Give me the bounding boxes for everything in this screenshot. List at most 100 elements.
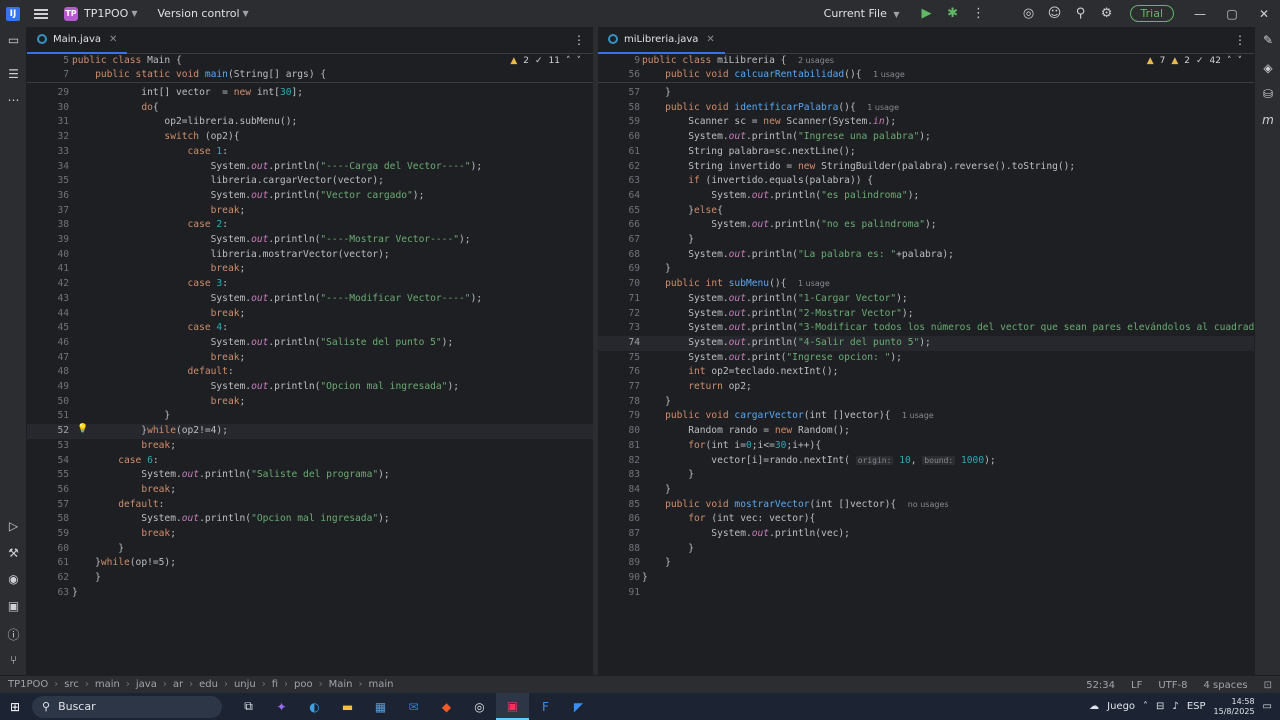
code-line[interactable]: 89 } (598, 556, 1254, 571)
code-line[interactable]: 60 System.out.println("Ingrese una palab… (598, 130, 1254, 145)
code-line[interactable]: 29 int[] vector = new int[30]; (27, 86, 593, 101)
code-line[interactable]: 9 public class miLibreria { 2 usages (598, 54, 1254, 69)
version-control-selector[interactable]: Version control (157, 7, 239, 20)
file-encoding[interactable]: UTF-8 (1158, 680, 1187, 691)
notification-icon[interactable]: ▭ (1263, 701, 1272, 712)
structure-icon[interactable]: ☰ (0, 67, 27, 81)
code-line[interactable]: 67 } (598, 233, 1254, 248)
problems-icon[interactable]: ⓘ (0, 626, 27, 643)
outlook-icon[interactable]: ✉ (397, 700, 430, 714)
project-badge[interactable]: TP (64, 6, 78, 21)
tab-main-java[interactable]: Main.java ✕ (27, 27, 128, 54)
code-line[interactable]: 56 public void calcuarRentabilidad(){ 1 … (598, 68, 1254, 83)
folder-icon[interactable]: ▭ (0, 33, 27, 47)
code-line[interactable]: 60 } (27, 542, 593, 557)
code-line[interactable]: 59 break; (27, 527, 593, 542)
maven-icon[interactable]: m (1255, 113, 1280, 127)
code-line[interactable]: 70 public int subMenu(){ 1 usage (598, 277, 1254, 292)
code-line[interactable]: 66 System.out.println("no es palindroma"… (598, 218, 1254, 233)
code-line[interactable]: 52 }while(op2!=4); (27, 424, 593, 439)
code-line[interactable]: 53 break; (27, 439, 593, 454)
code-line[interactable]: 38 case 2: (27, 218, 593, 233)
volume-icon[interactable]: ♪ (1172, 701, 1178, 712)
project-selector[interactable]: TP1POO (84, 7, 128, 20)
code-line[interactable]: 64 System.out.println("es palindroma"); (598, 189, 1254, 204)
caret-position[interactable]: 52:34 (1086, 680, 1115, 691)
breadcrumb-item[interactable]: main (369, 679, 394, 690)
git-icon[interactable]: ⑂ (0, 653, 27, 667)
code-line[interactable]: 88 } (598, 542, 1254, 557)
code-line[interactable]: 58 public void identificarPalabra(){ 1 u… (598, 101, 1254, 116)
app-f-icon[interactable]: F (529, 700, 562, 714)
code-line[interactable]: 41 break; (27, 262, 593, 277)
minimize-icon[interactable]: — (1184, 7, 1216, 21)
maximize-icon[interactable]: ▢ (1216, 7, 1248, 21)
code-line[interactable]: 72 System.out.println("2-Mostrar Vector"… (598, 307, 1254, 322)
lock-icon[interactable]: ⊡ (1264, 680, 1272, 691)
more-actions-icon[interactable]: ⋮ (966, 6, 992, 21)
code-line[interactable]: 42 case 3: (27, 277, 593, 292)
trial-button[interactable]: Trial (1129, 5, 1174, 22)
brave-icon[interactable]: ◆ (430, 700, 463, 714)
editor-main-java[interactable]: Main.java ✕ ⋮ ▲ 2 ✓ 11 ˄ ˅ 5 public class M… (27, 27, 593, 675)
ai-chat-icon[interactable]: ✎ (1255, 33, 1280, 47)
code-line[interactable]: 57 default: (27, 498, 593, 513)
store-icon[interactable]: ▦ (364, 700, 397, 714)
network-icon[interactable]: ⊟ (1156, 701, 1164, 712)
line-separator[interactable]: LF (1131, 680, 1142, 691)
file-explorer-icon[interactable]: ▬ (331, 700, 364, 714)
intellij-logo-icon[interactable]: IJ (6, 6, 20, 21)
code-line[interactable]: 62 String invertido = new StringBuilder(… (598, 160, 1254, 175)
terminal-icon[interactable]: ▣ (0, 599, 27, 613)
code-line[interactable]: 32 switch (op2){ (27, 130, 593, 145)
code-line[interactable]: 85 public void mostrarVector(int []vecto… (598, 498, 1254, 513)
breadcrumb-item[interactable]: unju (234, 679, 256, 690)
lang-indicator[interactable]: ESP (1187, 701, 1206, 712)
breadcrumb-item[interactable]: ar (173, 679, 183, 690)
code-line[interactable]: 63 if (invertido.equals(palabra)) { (598, 174, 1254, 189)
code-line[interactable]: 80 Random rando = new Random(); (598, 424, 1254, 439)
chevron-up-icon[interactable]: ˄ (1143, 701, 1148, 712)
main-menu-icon[interactable] (34, 8, 48, 19)
close-tab-icon[interactable]: ✕ (109, 34, 117, 45)
close-tab-icon[interactable]: ✕ (706, 34, 714, 45)
tab-options-icon[interactable]: ⋮ (1234, 33, 1246, 47)
weather-label[interactable]: Juego (1107, 701, 1135, 712)
database-icon[interactable]: ⛁ (1255, 87, 1280, 101)
code-line[interactable]: 30 do{ (27, 101, 593, 116)
code-line[interactable]: 87 System.out.println(vec); (598, 527, 1254, 542)
intellij-taskbar-icon[interactable]: ▣ (496, 693, 529, 720)
copilot-icon[interactable]: ✦ (265, 700, 298, 714)
code-line[interactable]: 69 } (598, 262, 1254, 277)
run-tool-icon[interactable]: ▷ (0, 519, 27, 533)
code-line[interactable]: 77 return op2; (598, 380, 1254, 395)
code-line[interactable]: 91 (598, 586, 1254, 601)
code-line[interactable]: 49 System.out.println("Opcion mal ingres… (27, 380, 593, 395)
code-line[interactable]: 56 break; (27, 483, 593, 498)
ai-assistant-icon[interactable]: ◎ (1016, 6, 1042, 21)
run-icon[interactable]: ▶ (914, 6, 940, 21)
code-line[interactable]: 31 op2=libreria.subMenu(); (27, 115, 593, 130)
code-line[interactable]: 46 System.out.println("Saliste del punto… (27, 336, 593, 351)
tab-milibreria-java[interactable]: miLibreria.java ✕ (598, 27, 725, 54)
code-line[interactable]: 79 public void cargarVector(int []vector… (598, 409, 1254, 424)
code-line[interactable]: 90} (598, 571, 1254, 586)
code-line[interactable]: 82 vector[i]=rando.nextInt( origin: 10, … (598, 454, 1254, 469)
code-line[interactable]: 50 break; (27, 395, 593, 410)
breadcrumb-item[interactable]: fi (272, 679, 278, 690)
code-line[interactable]: 39 System.out.println("----Mostrar Vecto… (27, 233, 593, 248)
code-line[interactable]: 58 System.out.println("Opcion mal ingres… (27, 512, 593, 527)
code-line[interactable]: 51 } (27, 409, 593, 424)
code-line[interactable]: 5 public class Main { (27, 54, 593, 69)
code-line[interactable]: 37 break; (27, 204, 593, 219)
breadcrumb-item[interactable]: poo (294, 679, 313, 690)
services-icon[interactable]: ◉ (0, 572, 27, 586)
code-line[interactable]: 62 } (27, 571, 593, 586)
notifications-icon[interactable]: ◈ (1255, 61, 1280, 75)
vscode-icon[interactable]: ◤ (562, 700, 595, 714)
code-line[interactable]: 35 libreria.cargarVector(vector); (27, 174, 593, 189)
code-line[interactable]: 40 libreria.mostrarVector(vector); (27, 248, 593, 263)
debug-icon[interactable]: ✱ (940, 6, 966, 21)
code-line[interactable]: 43 System.out.println("----Modificar Vec… (27, 292, 593, 307)
indent-setting[interactable]: 4 spaces (1204, 680, 1248, 691)
